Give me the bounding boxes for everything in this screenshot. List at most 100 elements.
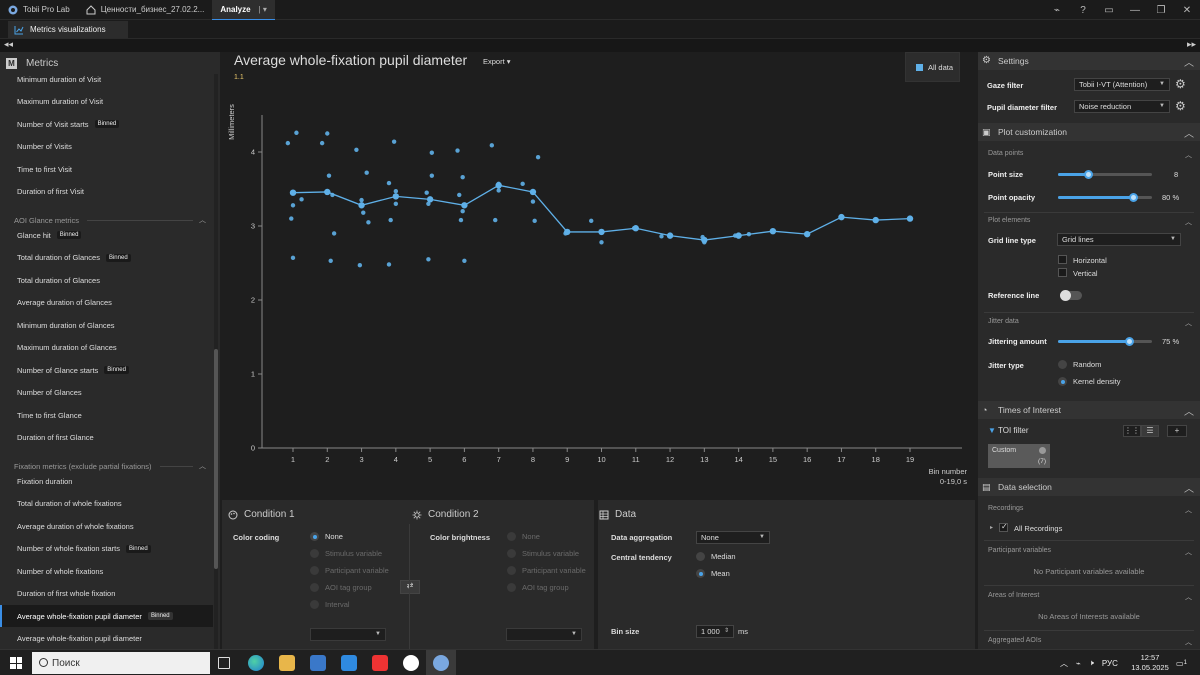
mean-point[interactable]	[735, 232, 742, 239]
chevron-up-icon[interactable]: ︿	[1184, 54, 1194, 69]
data-point[interactable]	[294, 130, 299, 135]
metric-item[interactable]: Number of Glances	[0, 382, 213, 404]
help-icon[interactable]: ?	[1070, 5, 1096, 16]
condition1-option-participant[interactable]: Participant variable	[310, 566, 389, 575]
data-points-subheader[interactable]: Data points ︿	[988, 150, 1192, 162]
store-icon[interactable]	[310, 655, 326, 671]
condition1-option-none[interactable]: None	[310, 532, 343, 541]
data-point[interactable]	[530, 199, 536, 204]
metrics-scrollbar[interactable]	[214, 74, 218, 649]
data-point[interactable]	[599, 240, 604, 245]
mean-point[interactable]	[872, 216, 879, 224]
participant-subheader[interactable]: Participant variables ︿	[988, 547, 1192, 559]
grid-view-button[interactable]: ⋮⋮	[1123, 425, 1141, 437]
metric-item[interactable]: Average duration of Glances	[0, 292, 213, 314]
data-point[interactable]	[535, 154, 541, 160]
data-point[interactable]	[319, 140, 325, 146]
data-point[interactable]	[326, 173, 332, 178]
metrics-scrollbar-thumb[interactable]	[214, 349, 218, 569]
app-tab[interactable]: Tobii Pro Lab	[0, 0, 78, 20]
data-point[interactable]	[426, 257, 431, 262]
metric-item[interactable]: Duration of first Visit	[0, 181, 213, 203]
data-point[interactable]	[455, 148, 460, 153]
mean-point[interactable]	[769, 227, 777, 235]
mean-point[interactable]	[358, 202, 365, 209]
mean-point[interactable]	[392, 193, 400, 200]
taskbar-clock[interactable]: 12:57 13.05.2025	[1130, 653, 1170, 673]
point-size-knob[interactable]	[1084, 170, 1094, 179]
data-point[interactable]	[366, 220, 371, 225]
all-recordings-checkbox[interactable]	[999, 522, 1008, 532]
expand-icon[interactable]: ▸	[990, 524, 993, 531]
jitter-amount-knob[interactable]	[1124, 337, 1134, 346]
aggregated-subheader[interactable]: Aggregated AOIs ︿	[988, 637, 1192, 649]
close-icon[interactable]: ✕	[1174, 5, 1200, 16]
data-point[interactable]	[458, 217, 464, 223]
metric-item[interactable]: Minimum duration of Visit	[0, 74, 213, 90]
condition1-option-stimulus[interactable]: Stimulus variable	[310, 549, 382, 558]
jitter-amount-slider[interactable]	[1058, 337, 1152, 346]
chevron-up-icon[interactable]: ︿	[1184, 403, 1194, 418]
project-tab[interactable]: Ценности_бизнес_27.02.2...	[78, 0, 213, 20]
pupil-filter-gear-icon[interactable]: ⚙	[1175, 100, 1186, 112]
data-point[interactable]	[386, 262, 392, 267]
data-point[interactable]	[532, 218, 537, 224]
stepper-icon[interactable]: ⇕	[724, 626, 729, 637]
mean-point[interactable]	[838, 213, 845, 221]
data-point[interactable]	[462, 258, 467, 263]
jitter-subheader[interactable]: Jitter data ︿	[988, 318, 1192, 330]
reference-line-toggle[interactable]	[1060, 290, 1082, 301]
lang-indicator[interactable]: РУС	[1102, 659, 1118, 668]
condition1-option-aoi-tag[interactable]: AOI tag group	[310, 583, 372, 592]
edge-icon[interactable]	[248, 655, 264, 671]
mean-point[interactable]	[289, 189, 297, 196]
metric-item[interactable]: Average duration of whole fixations	[0, 515, 213, 537]
maximize-icon[interactable]: ❐	[1148, 5, 1174, 16]
data-point[interactable]	[489, 143, 495, 148]
metric-item[interactable]: Total duration of whole fixations	[0, 493, 213, 515]
condition2-option-stimulus[interactable]: Stimulus variable	[507, 549, 579, 558]
tray-chevron-icon[interactable]: ︿	[1060, 658, 1068, 669]
mean-point[interactable]	[666, 232, 674, 239]
condition1-option-interval[interactable]: Interval	[310, 600, 350, 609]
recordings-subheader[interactable]: Recordings ︿	[988, 505, 1192, 517]
metric-item[interactable]: Fixation duration	[0, 470, 213, 492]
condition1-select[interactable]: ▼	[310, 628, 386, 641]
gaze-filter-gear-icon[interactable]: ⚙	[1175, 78, 1186, 90]
chevron-down-icon[interactable]: | ▾	[259, 5, 267, 14]
jitter-option-random[interactable]: Random	[1058, 360, 1101, 369]
data-point[interactable]	[493, 217, 498, 223]
data-point[interactable]	[290, 203, 296, 208]
metric-item[interactable]: Maximum duration of Glances	[0, 337, 213, 359]
data-point[interactable]	[457, 192, 462, 198]
data-point[interactable]	[429, 173, 435, 178]
yandex-icon[interactable]	[372, 655, 388, 671]
data-point[interactable]	[386, 180, 392, 186]
central-option-median[interactable]: Median	[696, 552, 736, 561]
analyze-tab[interactable]: Analyze | ▾	[212, 0, 275, 20]
task-view-icon[interactable]	[218, 657, 230, 669]
pulse-icon[interactable]: ⌁	[1044, 5, 1070, 16]
condition2-option-aoi-tag[interactable]: AOI tag group	[507, 583, 569, 592]
add-toi-button[interactable]: +	[1167, 425, 1187, 437]
central-option-mean[interactable]: Mean	[696, 569, 730, 578]
metric-item[interactable]: Duration of first whole fixation	[0, 583, 213, 605]
data-selection-header[interactable]: ▤ Data selection ︿	[978, 478, 1200, 496]
windows-start-icon[interactable]	[10, 657, 22, 669]
metric-item[interactable]: Minimum duration of Glances	[0, 314, 213, 336]
metric-item[interactable]: Average whole-fixation pupil diameter	[0, 628, 213, 650]
chevron-up-icon[interactable]: ︿	[1184, 480, 1194, 495]
metric-item[interactable]: Maximum duration of Visit	[0, 91, 213, 113]
swap-conditions-button[interactable]: ⇄	[400, 580, 420, 594]
file-explorer-icon[interactable]	[279, 655, 295, 671]
data-point[interactable]	[357, 263, 363, 268]
data-point[interactable]	[460, 174, 465, 180]
data-point[interactable]	[496, 188, 501, 193]
aoi-subheader[interactable]: Areas of Interest ︿	[988, 592, 1192, 604]
metric-item[interactable]: Total duration of Glances	[0, 269, 213, 291]
plot-elements-subheader[interactable]: Plot elements ︿	[988, 217, 1192, 229]
mail-icon[interactable]	[341, 655, 357, 671]
metric-item[interactable]: Glance hit Binned	[0, 224, 213, 246]
collapse-right-icon[interactable]: ▸▸	[1187, 39, 1196, 50]
export-button[interactable]: Export ▾	[483, 57, 511, 66]
